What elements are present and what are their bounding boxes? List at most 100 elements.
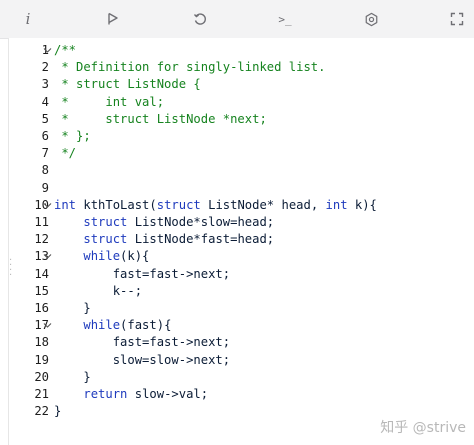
terminal-icon: >_ [278,12,292,26]
code-token: * }; [54,129,91,143]
code-token: return [83,387,135,401]
line-number: 19 [34,352,49,367]
code-token: struct [156,197,209,212]
line-number: 11 [34,215,49,229]
code-editor[interactable]: · · · · 1/** 2 * Definition for singly-linke… [8,38,474,445]
code-token: struct [83,215,135,229]
code-text: * int val; [54,94,164,111]
code-line[interactable]: 13 while(k){ [9,248,474,265]
code-text: * struct ListNode *next; [54,111,267,128]
editor-toolbar: i >_ [0,0,474,39]
code-line[interactable]: 4 * int val; [9,94,474,111]
code-text: * }; [54,128,91,145]
code-line[interactable]: 3 * struct ListNode { [9,76,474,93]
code-line[interactable]: 17 while(fast){ [9,317,474,334]
fullscreen-button[interactable] [445,7,469,31]
code-token: k--; [54,283,143,298]
code-token: (fast){ [120,318,172,333]
code-line[interactable]: 20 } [9,369,474,386]
watermark: 知乎 @strive [380,420,466,436]
code-line[interactable]: 9 [9,180,474,197]
code-token: /** [54,43,77,57]
run-icon [108,12,118,25]
code-text: } [54,403,61,420]
line-number: 20 [34,369,49,384]
code-text: k--; [54,283,142,300]
terminal-button[interactable]: >_ [273,7,297,31]
line-number: 8 [41,163,49,178]
code-line[interactable]: 14 fast=fast->next; [9,266,474,283]
code-line[interactable]: 19 slow=slow->next; [9,352,474,369]
line-number: 15 [34,283,49,298]
code-line[interactable]: 1/** [9,42,474,59]
code-text: while(k){ [54,248,149,265]
line-number: 18 [34,335,49,350]
line-number: 12 [34,232,49,247]
code-line[interactable]: 16 } [9,300,474,317]
code-token: slow->val; [134,387,209,401]
code-text: struct ListNode*fast=head; [54,231,274,248]
line-number: 4 [41,94,49,109]
code-token: int [54,197,84,212]
line-number: 16 [34,301,49,315]
code-line[interactable]: 15 k--; [9,283,474,300]
code-line[interactable]: 2 * Definition for singly-linked list. [9,59,474,76]
code-token: k){ [354,197,377,212]
code-text: fast=fast->next; [54,334,230,351]
code-token: int [325,197,355,212]
code-token: ListNode*fast=head; [134,232,275,247]
code-text: while(fast){ [54,317,171,334]
code-line[interactable]: 6 * }; [9,128,474,145]
code-token: while [83,249,121,264]
line-number: 6 [41,129,49,143]
code-line[interactable]: 21 return slow->val; [9,386,474,403]
code-token: ListNode*slow=head; [134,215,275,229]
line-number: 2 [41,60,49,75]
code-line[interactable]: 7 */ [9,145,474,162]
code-token: kthToLast( [83,197,157,212]
code-text: } [54,300,91,317]
fullscreen-icon [450,12,464,26]
code-text: * struct ListNode { [54,76,201,93]
code-token: * struct ListNode *next; [54,111,267,126]
code-text: /** [54,42,76,59]
code-token: } [54,369,91,384]
reset-icon [193,13,206,25]
reset-button[interactable] [188,7,212,31]
code-text: slow=slow->next; [54,352,230,369]
info-icon: i [25,10,31,28]
settings-icon [365,12,377,26]
code-token: ListNode* head, [208,197,326,212]
code-token: fast=fast->next; [54,266,231,281]
code-text: */ [54,145,76,162]
code-line[interactable]: 12 struct ListNode*fast=head; [9,231,474,248]
run-button[interactable] [101,7,125,31]
code-line[interactable]: 18 fast=fast->next; [9,334,474,351]
line-number: 3 [41,77,49,92]
code-token: } [54,404,62,419]
settings-button[interactable] [359,7,383,31]
code-token: while [83,318,121,333]
code-line[interactable]: 10 int kthToLast(struct ListNode* head, i… [9,197,474,214]
info-button[interactable]: i [16,7,40,31]
line-number: 14 [34,266,49,281]
code-token: * Definition for singly-linked list. [54,60,326,75]
code-text: fast=fast->next; [54,266,230,283]
code-token: fast=fast->next; [54,335,231,350]
code-token: slow=slow->next; [54,352,231,367]
line-number: 5 [41,111,49,126]
line-number: 7 [41,146,49,161]
line-number: 21 [34,387,49,401]
line-number: 22 [34,404,49,419]
code-token: } [54,301,91,315]
code-line[interactable]: 8 [9,162,474,179]
code-line[interactable]: 11 struct ListNode*slow=head; [9,214,474,231]
code-line[interactable]: 5 * struct ListNode *next; [9,111,474,128]
code-text: } [54,369,91,386]
code-token: * struct ListNode { [54,77,201,92]
